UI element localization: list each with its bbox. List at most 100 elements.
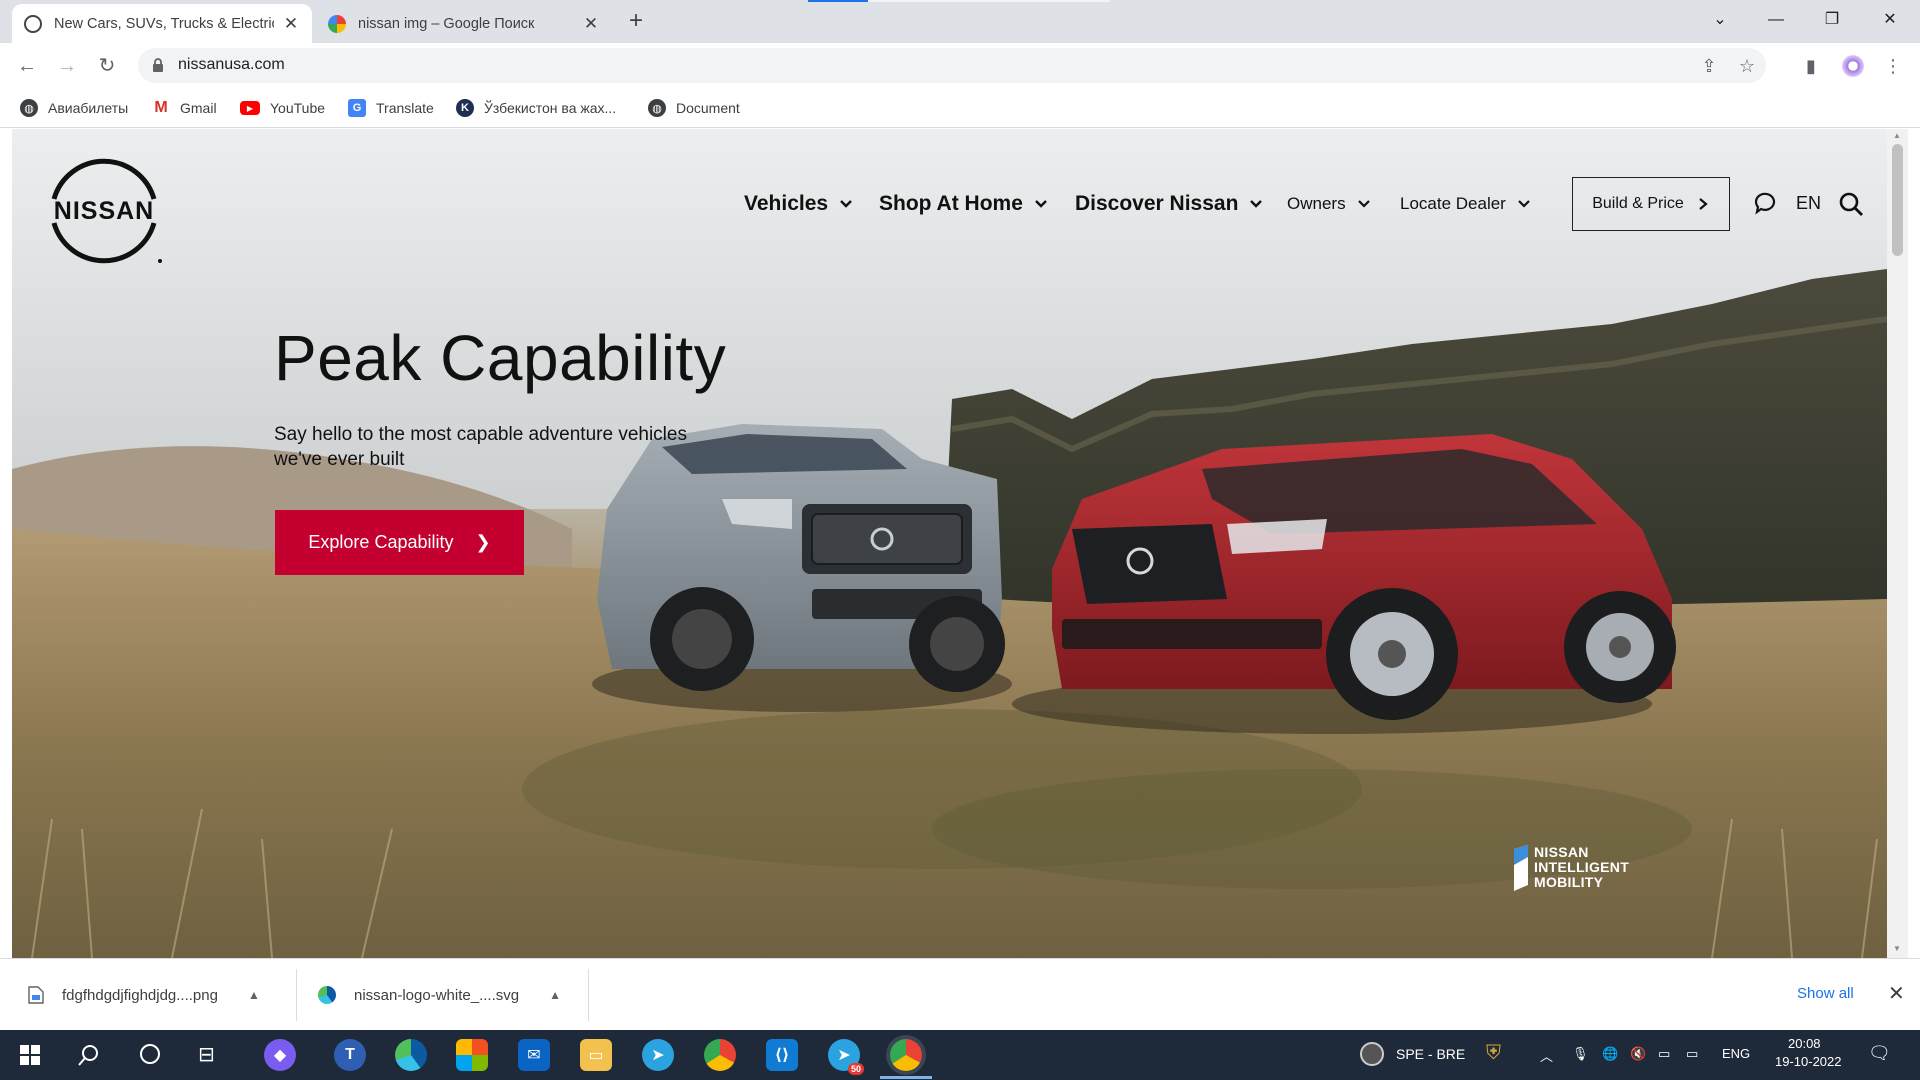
- nav-vehicles[interactable]: Vehicles: [744, 189, 852, 219]
- clock-date[interactable]: 19-10-2022: [1775, 1054, 1842, 1069]
- bookmark-translate[interactable]: G Translate: [348, 96, 434, 120]
- network-icon[interactable]: 🌐: [1602, 1046, 1618, 1062]
- loading-indicator: [808, 0, 868, 2]
- downloads-bar: fdgfhdgdjfighdjdg....png ▲ nissan-logo-w…: [0, 958, 1920, 1030]
- search-icon[interactable]: [1838, 191, 1864, 217]
- store-icon[interactable]: [456, 1039, 488, 1071]
- weather-icon: [1360, 1042, 1384, 1066]
- bookmark-label: YouTube: [270, 100, 326, 116]
- show-all-link[interactable]: Show all: [1797, 985, 1854, 1002]
- telegram-icon[interactable]: ➤: [642, 1039, 674, 1071]
- display-icon[interactable]: ▭: [1658, 1046, 1670, 1062]
- bookmark-aviabilety[interactable]: ◍ Авиабилеты: [20, 96, 128, 120]
- clock-time[interactable]: 20:08: [1788, 1036, 1821, 1051]
- intelligent-mobility-text: NISSAN INTELLIGENT MOBILITY: [1534, 845, 1629, 890]
- translate-icon: G: [348, 99, 366, 117]
- explore-capability-button[interactable]: Explore Capability ❯: [275, 510, 524, 575]
- download-filename: nissan-logo-white_....svg: [354, 986, 520, 1004]
- google-favicon-icon: [328, 14, 346, 33]
- tab-search-icon[interactable]: ⌄: [1692, 0, 1748, 40]
- download-item[interactable]: nissan-logo-white_....svg ▲: [318, 975, 561, 1015]
- bookmark-document[interactable]: ◍ Document: [648, 96, 740, 120]
- hero-title: Peak Capability: [274, 322, 727, 394]
- shield-icon: ⛨: [1486, 1042, 1501, 1064]
- vscode-icon[interactable]: ⟨⟩: [766, 1039, 798, 1071]
- battery-icon[interactable]: ▭: [1686, 1046, 1698, 1062]
- taskbar-app-icon[interactable]: T: [334, 1039, 366, 1071]
- profile-avatar[interactable]: [1838, 51, 1868, 81]
- address-bar[interactable]: nissanusa.com ⇪ ☆: [138, 48, 1766, 83]
- nav-label: Owners: [1287, 194, 1346, 213]
- new-tab-button[interactable]: +: [622, 8, 650, 36]
- bookmark-star-icon[interactable]: ☆: [1732, 51, 1762, 81]
- edge-icon[interactable]: [395, 1039, 427, 1071]
- chrome-icon[interactable]: [890, 1039, 922, 1071]
- task-view-icon[interactable]: ⊟: [198, 1042, 215, 1067]
- mail-icon[interactable]: ✉: [518, 1039, 550, 1071]
- nav-locate-dealer[interactable]: Locate Dealer: [1400, 189, 1530, 219]
- bookmark-youtube[interactable]: ▶ YouTube: [240, 96, 325, 120]
- reload-icon[interactable]: ↻: [92, 51, 122, 81]
- restore-button[interactable]: ❐: [1804, 0, 1860, 40]
- chevron-down-icon: [1518, 200, 1530, 208]
- close-icon[interactable]: ✕: [282, 14, 300, 34]
- url-text: nissanusa.com: [178, 56, 285, 73]
- logo-text: NISSAN: [54, 197, 154, 225]
- forward-icon[interactable]: →: [52, 51, 82, 81]
- menu-icon[interactable]: ⋮: [1878, 51, 1908, 81]
- taskbar-app-icon[interactable]: ◆: [264, 1039, 296, 1071]
- cta-label: Explore Capability: [308, 532, 454, 552]
- share-icon[interactable]: ⇪: [1694, 51, 1724, 81]
- tab-title: New Cars, SUVs, Trucks & Electric: [54, 15, 274, 32]
- file-explorer-icon[interactable]: ▭: [580, 1039, 612, 1071]
- scroll-up-icon[interactable]: ▲: [1893, 131, 1901, 140]
- close-icon[interactable]: ✕: [1888, 981, 1905, 1006]
- language-selector[interactable]: EN: [1796, 193, 1821, 214]
- globe-icon: ◍: [20, 99, 38, 117]
- chevron-down-icon: [840, 200, 852, 208]
- nav-shop-at-home[interactable]: Shop At Home: [879, 189, 1047, 219]
- windows-taskbar: ⊟ ◆ T ✉ ▭ ➤ ⟨⟩ ➤ 50 SPE - BRE ⛨ ︿ 🎙 🌐 🔇 …: [0, 1030, 1920, 1080]
- page-scrollbar[interactable]: ▲ ▼: [1887, 129, 1908, 958]
- nav-owners[interactable]: Owners: [1287, 189, 1370, 219]
- minimize-button[interactable]: —: [1748, 0, 1804, 40]
- download-item[interactable]: fdgfhdgdjfighdjdg....png ▲: [28, 975, 260, 1015]
- divider: [588, 969, 589, 1021]
- notification-badge: 50: [847, 1063, 864, 1075]
- bookmark-gmail[interactable]: M Gmail: [152, 96, 217, 120]
- notification-icon[interactable]: 🗨: [1868, 1043, 1891, 1064]
- active-app-indicator: [880, 1076, 932, 1079]
- back-icon[interactable]: ←: [12, 51, 42, 81]
- chevron-down-icon: [1250, 200, 1263, 208]
- edge-icon: [318, 986, 336, 1004]
- microphone-icon[interactable]: 🎙: [1572, 1046, 1589, 1062]
- chat-icon[interactable]: [1753, 191, 1777, 215]
- close-icon[interactable]: ✕: [582, 14, 600, 34]
- side-panel-icon[interactable]: ▮: [1796, 51, 1826, 81]
- telegram-icon[interactable]: ➤ 50: [828, 1039, 864, 1075]
- window-close-button[interactable]: ✕: [1862, 0, 1918, 40]
- cortana-icon[interactable]: [140, 1044, 160, 1064]
- scroll-down-icon[interactable]: ▼: [1893, 944, 1901, 953]
- build-and-price-button[interactable]: Build & Price: [1572, 177, 1730, 231]
- nissan-logo[interactable]: NISSAN: [40, 147, 168, 267]
- chevron-down-icon: [1357, 200, 1370, 208]
- tab-nissan[interactable]: New Cars, SUVs, Trucks & Electric ✕: [12, 4, 312, 43]
- language-indicator[interactable]: ENG: [1722, 1046, 1750, 1061]
- hero-subtitle: Say hello to the most capable adventure …: [274, 424, 687, 470]
- chevron-up-icon[interactable]: ▲: [248, 988, 260, 1002]
- chrome-icon[interactable]: [704, 1039, 736, 1071]
- divider: [296, 969, 297, 1021]
- scrollbar-thumb[interactable]: [1892, 144, 1903, 256]
- nav-label: Shop At Home: [879, 192, 1023, 215]
- volume-icon[interactable]: 🔇: [1630, 1046, 1646, 1062]
- windows-start-icon[interactable]: [20, 1045, 40, 1065]
- tab-title: nissan img – Google Поиск: [358, 15, 535, 32]
- nav-discover-nissan[interactable]: Discover Nissan: [1075, 189, 1263, 219]
- build-and-price-label: Build & Price: [1592, 195, 1684, 212]
- tab-google[interactable]: nissan img – Google Поиск ✕: [316, 4, 612, 43]
- bookmark-uzbekistan[interactable]: K Ўзбекистон ва жах...: [456, 96, 616, 120]
- chevron-up-icon[interactable]: ︿: [1540, 1046, 1553, 1065]
- chevron-up-icon[interactable]: ▲: [549, 988, 561, 1002]
- search-icon[interactable]: [78, 1044, 100, 1066]
